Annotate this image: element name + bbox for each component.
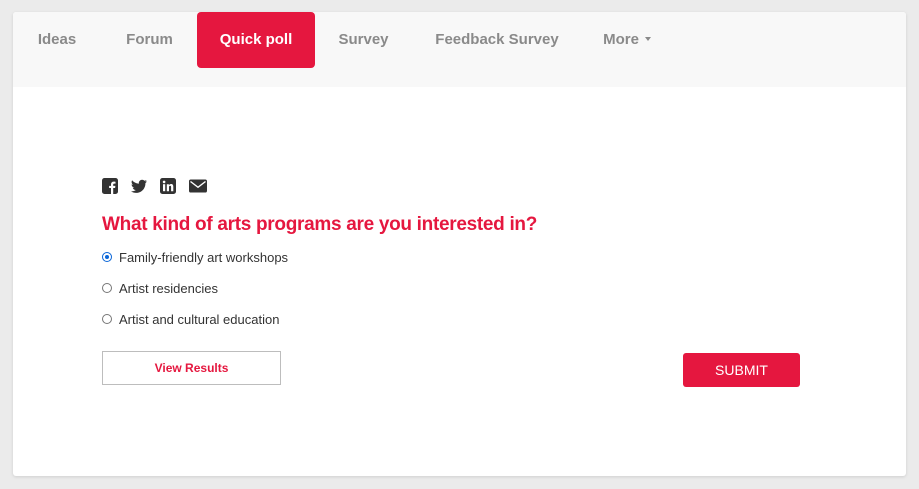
radio-button[interactable] bbox=[102, 314, 112, 324]
view-results-button[interactable]: View Results bbox=[102, 351, 281, 385]
tab-quick-poll[interactable]: Quick poll bbox=[197, 12, 315, 68]
tab-more[interactable]: More bbox=[591, 12, 663, 68]
radio-button-selected[interactable] bbox=[102, 252, 112, 262]
poll-question: What kind of arts programs are you inter… bbox=[102, 214, 538, 235]
twitter-icon[interactable] bbox=[131, 178, 147, 194]
email-icon[interactable] bbox=[189, 178, 207, 194]
tab-ideas[interactable]: Ideas bbox=[23, 12, 91, 68]
linkedin-icon[interactable] bbox=[160, 178, 176, 194]
tab-survey[interactable]: Survey bbox=[324, 12, 403, 68]
submit-button[interactable]: SUBMIT bbox=[683, 353, 800, 387]
tab-bar: Ideas Forum Quick poll Survey Feedback S… bbox=[13, 12, 906, 87]
poll-card: Ideas Forum Quick poll Survey Feedback S… bbox=[13, 12, 906, 476]
poll-option-label: Artist and cultural education bbox=[119, 312, 280, 327]
radio-button[interactable] bbox=[102, 283, 112, 293]
tab-more-label: More bbox=[603, 31, 639, 48]
tab-feedback-survey[interactable]: Feedback Survey bbox=[423, 12, 571, 68]
caret-down-icon bbox=[644, 37, 651, 42]
tab-forum[interactable]: Forum bbox=[111, 12, 188, 68]
facebook-icon[interactable] bbox=[102, 178, 118, 194]
poll-option-label: Artist residencies bbox=[119, 281, 218, 296]
poll-option-label: Family-friendly art workshops bbox=[119, 250, 289, 265]
